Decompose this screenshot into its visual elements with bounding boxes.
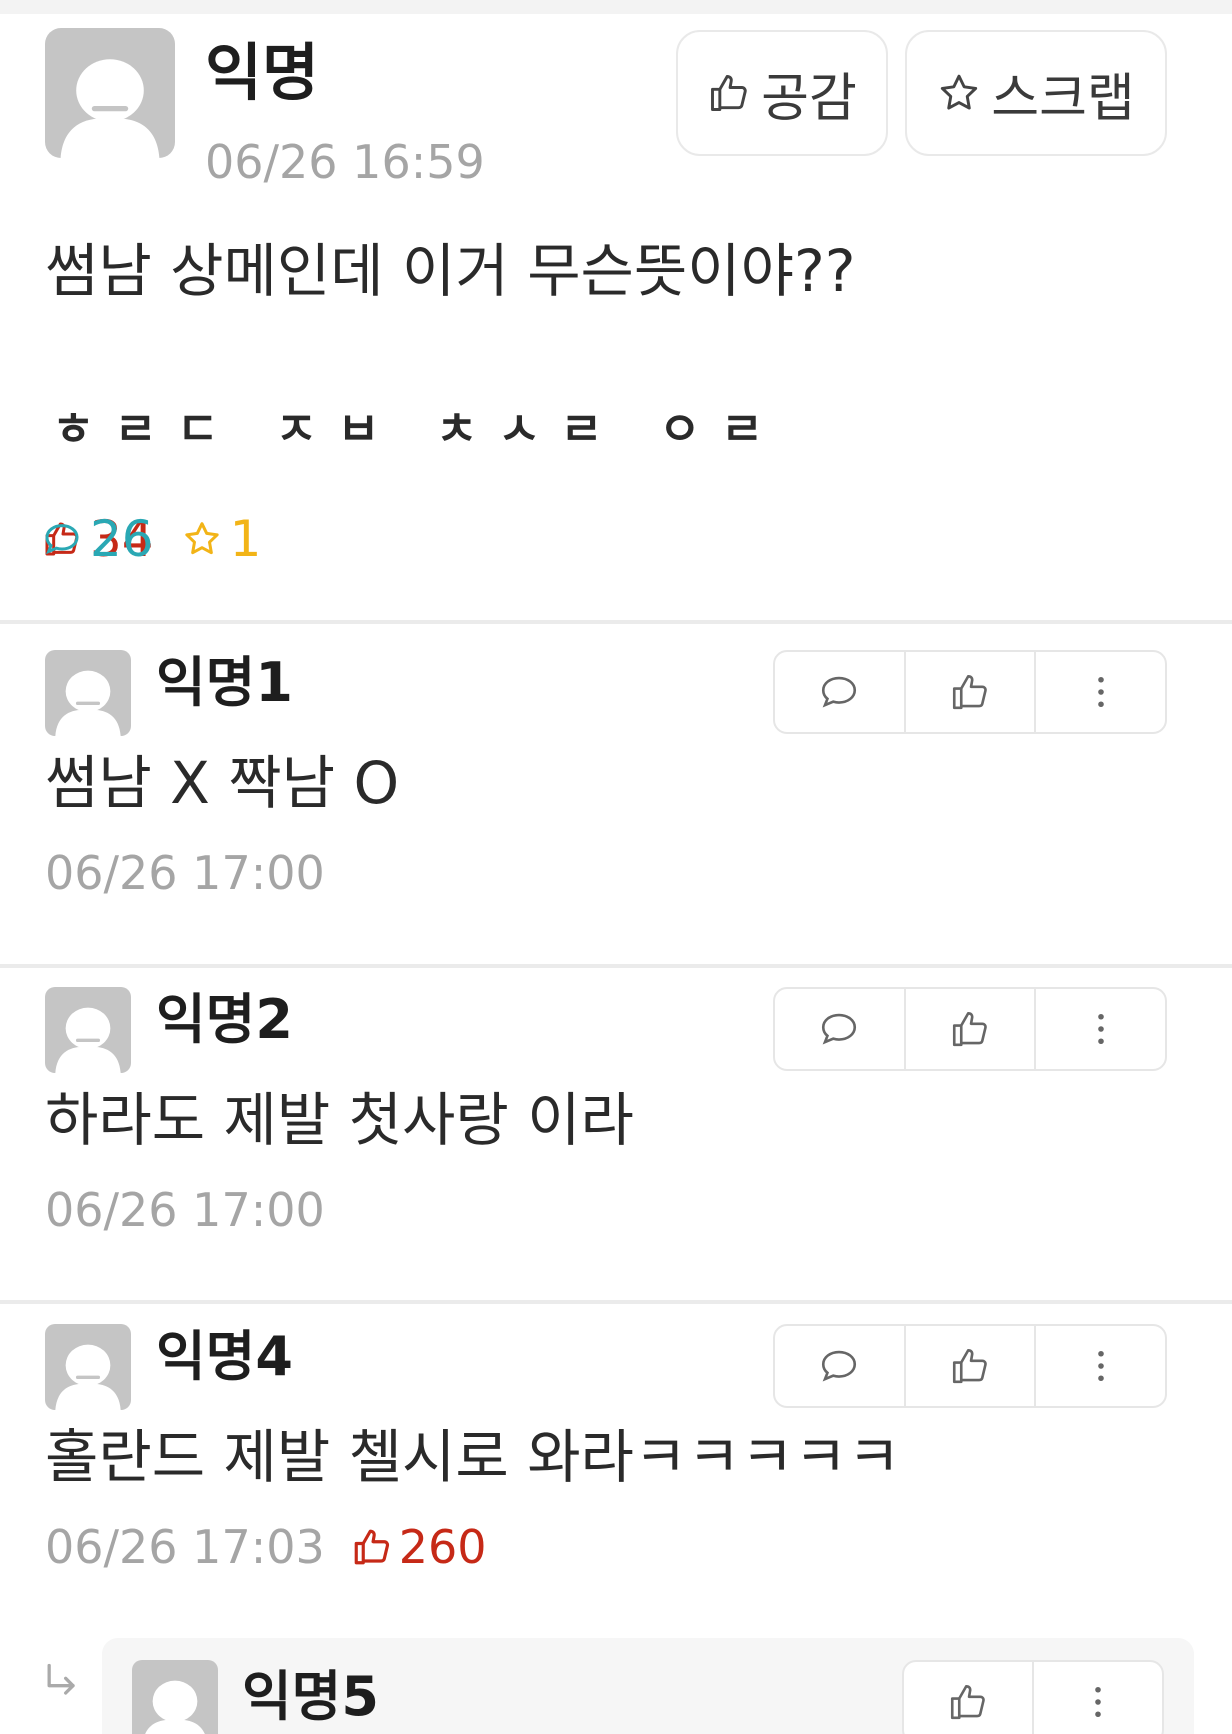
comment-time: 06/26 17:00 [45,846,325,900]
reply-button[interactable] [775,1326,906,1406]
comment-author: 익명1 [156,651,293,714]
comment-author: 익명2 [156,988,293,1051]
post-stats: 34 26 1 [42,514,289,564]
post-author: 익명 [205,36,320,109]
comment-meta: 06/26 17:03 260 [45,1524,487,1570]
comment-like-button[interactable] [906,989,1037,1069]
reply-item: 익명5 [102,1638,1194,1734]
star-icon [941,74,978,110]
top-edge [0,0,1232,14]
scrap-button[interactable]: 스크랩 [905,30,1167,156]
like-button[interactable]: 공감 [676,30,888,156]
scrap-button-label: 스크랩 [991,68,1135,129]
more-vertical-icon [1097,676,1104,708]
anonymous-avatar-icon [145,1680,205,1734]
comment-avatar [45,1324,131,1410]
thumbs-up-icon [952,1011,987,1047]
anonymous-avatar-icon [55,670,121,736]
post-time: 06/26 16:59 [205,135,485,189]
speech-bubble-icon [45,524,79,555]
more-options-button[interactable] [1036,989,1165,1069]
reply-button[interactable] [775,652,906,732]
comment-count-value: 26 [90,510,154,568]
comment-like-button[interactable] [906,652,1037,732]
more-vertical-icon [1097,1013,1104,1045]
more-vertical-icon [1097,1350,1104,1382]
reply-button[interactable] [775,989,906,1069]
comment-vote-value: 260 [398,1520,487,1574]
post-title: 썸남 상메인데 이거 무슨뜻이야?? [45,237,856,305]
reply-actions [902,1660,1164,1734]
comment-actions [773,650,1167,734]
reply-arrow-icon [47,1663,75,1695]
comment-text: 썸남 X 짝남 O [45,749,400,817]
comment-avatar [45,987,131,1073]
comment-like-button[interactable] [906,1326,1037,1406]
like-button-label: 공감 [761,68,857,129]
thumbs-up-icon [952,674,987,710]
speech-bubble-icon [822,1350,857,1382]
comment-text: 하라도 제발 첫사랑 이라 [45,1086,634,1154]
comment-actions [773,1324,1167,1408]
speech-bubble-icon [822,1013,857,1045]
comment-meta: 06/26 17:00 [45,850,325,896]
speech-bubble-icon [822,676,857,708]
comment-item: 익명4 홀란드 제발 첼시로 와라ㅋㅋㅋㅋㅋ 06/26 17:03 260 [0,1302,1232,1638]
post-avatar [45,28,175,158]
anonymous-avatar-icon [55,1007,121,1073]
thumbs-up-icon [952,1348,987,1384]
thumbs-up-icon [950,1684,985,1720]
comment-item: 익명2 하라도 제발 첫사랑 이라 06/26 17:00 [0,965,1232,1301]
comment-vote-count: 260 [351,1524,487,1570]
post-article: 익명 06/26 16:59 공감 스크랩 썸남 상메인데 이거 무슨뜻이야??… [0,14,1232,620]
comment-time: 06/26 17:03 [45,1520,325,1574]
comment-meta: 06/26 17:00 [45,1187,325,1233]
comment-author: 익명4 [156,1325,293,1388]
reply-like-button[interactable] [904,1662,1034,1734]
more-options-button[interactable] [1036,1326,1165,1406]
more-options-button[interactable] [1036,652,1165,732]
thumbs-up-icon [354,1529,389,1565]
anonymous-avatar-icon [55,1344,121,1410]
divider [0,620,1232,624]
comment-text: 홀란드 제발 첼시로 와라ㅋㅋㅋㅋㅋ [45,1423,901,1491]
reply-more-options-button[interactable] [1034,1662,1162,1734]
comment-actions [773,987,1167,1071]
comment-avatar [45,650,131,736]
thumbs-up-icon [711,75,747,111]
reply-author: 익명5 [242,1665,379,1728]
comment-item: 익명1 썸남 X 짝남 O 06/26 17:00 [0,628,1232,964]
more-vertical-icon [1095,1686,1101,1718]
reply-avatar [132,1660,218,1734]
anonymous-avatar-icon [60,59,160,158]
comment-time: 06/26 17:00 [45,1183,325,1237]
